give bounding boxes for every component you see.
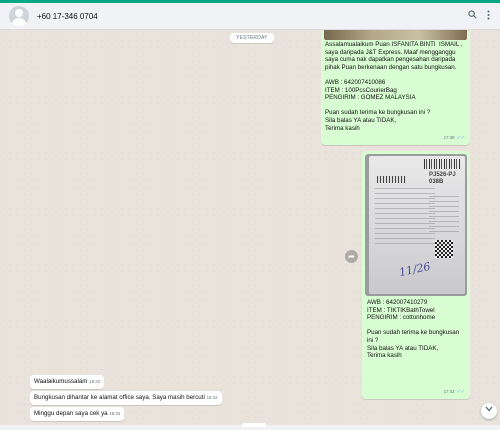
outgoing-message[interactable]: Assalamualaikum Puan ISFANITA BINTI ISMA… [321,30,470,145]
incoming-message[interactable]: Bungkusan dihantar ke alamat office saya… [30,391,222,405]
message-meta: 17:39 ✓✓ [444,134,465,143]
scroll-down-button[interactable] [481,403,497,419]
message-meta: 17:42 ✓✓ [444,388,465,397]
composer-bar [0,423,500,430]
waybill-text-lines [429,196,459,236]
message-time: 18:33 [109,411,121,416]
handwritten-note: 11/26 [397,259,432,280]
date-chip: YESTERDAY [230,33,274,43]
message-text: Waalaikumussalam [34,378,88,385]
message-time: 18:32 [206,395,218,400]
barcode [377,176,407,183]
incoming-message[interactable]: Waalaikumussalam 18:32 [30,375,105,389]
avatar[interactable] [9,6,29,26]
waybill-code: PJ526-PJ 038B [429,172,456,185]
contact-name[interactable]: +60 17-346 0704 [37,12,98,21]
waybill-paper: PJ526-PJ 038B 11/26 [369,156,465,294]
outgoing-message[interactable]: PJ526-PJ 038B 11/26 AWB : 642007410279 I… [362,151,470,399]
parcel-photo[interactable]: PJ526-PJ 038B 11/26 [365,154,467,296]
message-time: 18:32 [89,379,101,384]
message-text: AWB : 642007410279 ITEM : TIKTIKBathTowe… [367,299,460,360]
double-check-icon: ✓✓ [456,135,465,142]
chevron-down-icon [485,406,493,412]
message-text: Assalamualaikum Puan ISFANITA BINTI ISMA… [325,41,463,132]
qr-code [435,240,453,258]
double-check-icon: ✓✓ [456,389,465,396]
forward-icon[interactable]: ➦ [345,250,358,263]
message-time: 17:39 [443,135,455,141]
image-thumbnail[interactable] [324,30,467,40]
header-actions [468,10,490,23]
message-input[interactable] [242,423,266,427]
chat-area[interactable]: YESTERDAY Assalamualaikum Puan ISFANITA … [0,30,500,430]
message-text: Minggu depan saya cek ya [34,410,108,417]
message-text: Bungkusan dihantar ke alamat office saya… [34,394,205,401]
waybill-text-lines [375,188,435,248]
search-icon[interactable] [468,10,477,22]
barcode [424,159,460,169]
menu-icon[interactable] [487,10,490,23]
message-time: 17:42 [443,389,455,395]
chat-header: +60 17-346 0704 [0,3,500,30]
incoming-message[interactable]: Minggu depan saya cek ya 18:33 [30,407,125,421]
